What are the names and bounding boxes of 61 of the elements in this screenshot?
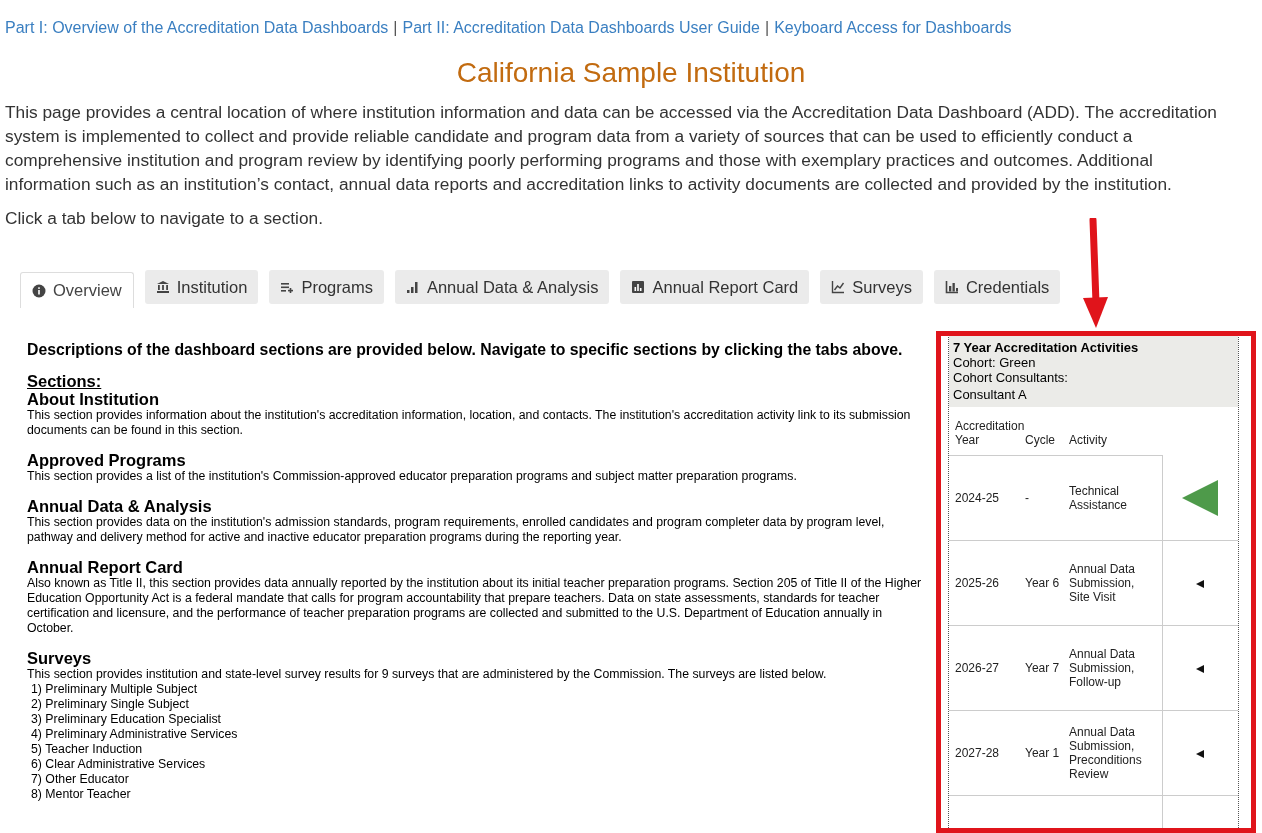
section-tab[interactable]: Institution [144, 270, 259, 304]
guide-link[interactable]: Part II: Accreditation Data Dashboards User Guide [402, 16, 760, 40]
section-tab[interactable]: Overview [20, 272, 134, 308]
year-cell: 2026-27 [949, 625, 1025, 711]
survey-list-item: 4) Preliminary Administrative Services [30, 727, 239, 742]
section-tab[interactable]: Annual Data & Analysis [394, 270, 610, 304]
panel-title: 7 Year Accreditation Activities [953, 340, 1140, 355]
link-separator: | [764, 18, 770, 38]
cycle-cell: Year 6 [1025, 540, 1069, 626]
section-tab[interactable]: Credentials [933, 270, 1061, 304]
year-cell: 2024-25 [949, 455, 1025, 541]
sections-label: Sections: [27, 372, 103, 390]
cycle-cell: - [1025, 455, 1069, 541]
survey-list-item: 5) Teacher Induction [30, 742, 144, 757]
guide-link[interactable]: Keyboard Access for Dashboards [774, 16, 1012, 40]
survey-list-item: 3) Preliminary Education Specialist [30, 712, 222, 727]
activity-cell: Annual Data Submission, Preconditions Review [1069, 710, 1162, 796]
survey-list-item: 7) Other Educator [30, 772, 130, 787]
activity-cell: Annual Data Submission, Follow-up [1069, 625, 1162, 711]
column-header: Activity [1069, 407, 1162, 456]
activity-cell: Annual Data Submission, Site Visit [1069, 540, 1162, 626]
section-description: This section provides institution and state-level survey results for 9 surveys that are administered by the Commission. The surveys are listed below. [27, 667, 828, 682]
activity-cell: Technical Assistance [1069, 455, 1162, 541]
page-title: California Sample Institution [455, 56, 807, 90]
section-tab[interactable]: Annual Report Card [620, 270, 810, 304]
survey-list-item: 1) Preliminary Multiple Subject [30, 682, 199, 697]
survey-list-item: 2) Preliminary Single Subject [30, 697, 190, 712]
bank-icon [155, 280, 170, 294]
intro-paragraph: This page provides a central location of where institution information and data can be accessed via the Accreditation Data Dashboard (ADD). The accreditation system is implemented to collect and provide reliable candidate and program data from a variety of sources that can be used to efficiently conduct a comprehensive institution and program review by identifying poorly performing programs and those with exemplary practices and outcomes. Additional information such as an institution’s contact, annual data reports and accreditation links to activity documents are collected and provided by the institution. [5, 101, 1218, 196]
instruction-text: Click a tab below to navigate to a section. [5, 207, 324, 230]
section-description: This section provides data on the institution's admission standards, program requirements, enrolled candidates and program completer data by program level, pathway and delivery method for active and inactive educator preparation programs during the reporting year. [27, 515, 886, 545]
section-heading: Annual Report Card [27, 558, 184, 576]
consultants-label: Cohort Consultants: [953, 370, 1069, 385]
section-heading: Annual Data & Analysis [27, 497, 213, 515]
box-icon [631, 280, 646, 294]
survey-list-item: 6) Clear Administrative Services [30, 757, 207, 772]
list-icon [280, 280, 295, 294]
section-tab[interactable]: Surveys [820, 270, 923, 304]
column-header: Cycle [1025, 407, 1069, 456]
column-header: Accreditation Year [949, 407, 1025, 456]
section-heading: Surveys [27, 649, 93, 667]
guide-link[interactable]: Part I: Overview of the Accreditation Data Dashboards [5, 16, 389, 40]
cycle-cell: Year 7 [1025, 625, 1069, 711]
section-description: This section provides a list of the institution's Commission-approved educator preparation programs and subject matter preparation programs. [27, 469, 798, 484]
survey-list-item: 8) Mentor Teacher [30, 787, 132, 802]
line-icon [831, 280, 846, 294]
section-heading: About Institution [27, 390, 160, 408]
section-heading: Approved Programs [27, 451, 187, 469]
section-description: This section provides information about the institution's accreditation information, location, and contacts. The institution's accreditation activity link to its submission documents can be found in this section. [27, 408, 912, 438]
lead-text: Descriptions of the dashboard sections are provided below. Navigate to specific sections by clicking the tabs above. [27, 340, 904, 360]
consultant-name: Consultant A [953, 387, 1028, 402]
cycle-cell: Year 1 [1025, 710, 1069, 796]
year-cell: 2025-26 [949, 540, 1025, 626]
signal-icon [405, 280, 420, 294]
cohort-text: Cohort: Green [953, 355, 1037, 370]
section-description: Also known as Title II, this section provides data annually reported by the institution about its initial teacher preparation programs. Section 205 of Title II of the Higher Education Opportunity Act is a federal mandate that calls for program accountability that prepare teachers. Data on state assessments, standards for teacher certification and licensure, and the performance of teacher preparation programs are collected and submitted to the U.S. Department of Education annually in October. [27, 576, 923, 636]
bars-icon [944, 280, 959, 294]
link-separator: | [393, 18, 398, 38]
year-cell: 2027-28 [949, 710, 1025, 796]
section-tab[interactable]: Programs [269, 270, 384, 304]
info-icon [32, 283, 46, 298]
